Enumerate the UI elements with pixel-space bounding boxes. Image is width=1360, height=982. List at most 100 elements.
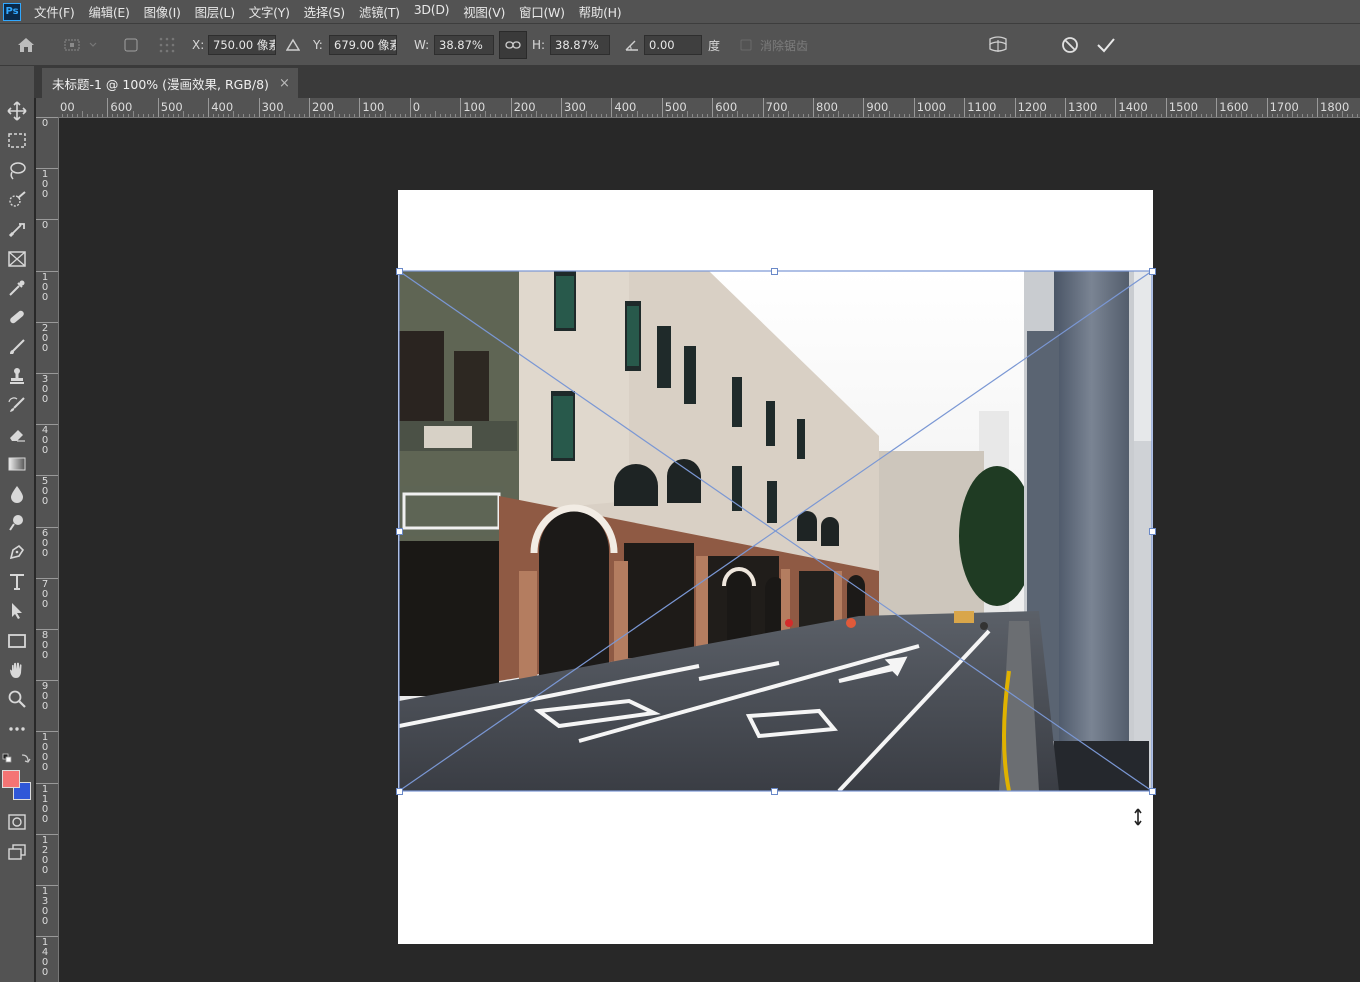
horizontal-ruler[interactable]: 00 600 500 400 300 200 100 0 100 200 300 400 500 600 7… [58,98,1360,118]
type-tool[interactable] [4,571,30,593]
quick-mask-button[interactable] [4,811,30,833]
gradient-tool[interactable] [4,453,30,475]
ruler-tick [309,98,310,117]
transform-handle-right[interactable] [1149,528,1156,535]
x-field-wrap: 750.00 像素 [208,24,276,66]
transform-handle-bottom[interactable] [771,788,778,795]
menu-3d[interactable]: 3D(D) [414,2,450,21]
link-aspect-button[interactable] [499,31,527,59]
ruler-minor-tick [1352,114,1354,117]
ruler-minor-tick [1095,114,1097,117]
ruler-minor-tick [268,114,270,117]
ruler-minor-tick [757,114,759,117]
default-colors-icon[interactable] [2,753,32,765]
warp-button[interactable] [987,24,1009,66]
antialias-checkbox[interactable] [740,24,752,66]
reference-grid[interactable] [157,24,177,66]
clone-stamp-tool[interactable] [4,365,30,387]
history-brush-tool[interactable] [4,394,30,416]
brush-tool[interactable] [4,336,30,358]
menu-help[interactable]: 帮助(H) [579,2,622,21]
street-photo-layer[interactable] [399,271,1152,791]
ruler-minor-tick [1155,114,1157,117]
y-field[interactable]: 679.00 像素 [329,35,397,55]
ruler-label: 1600 [1219,100,1249,114]
crop-icon [8,223,25,238]
reference-checkbox[interactable] [124,24,138,66]
document-tab[interactable]: 未标题-1 @ 100% (漫画效果, RGB/8) × [42,68,298,98]
transform-handle-top-left[interactable] [396,268,403,275]
ruler-minor-tick [651,114,653,117]
ruler-minor-tick [878,114,880,117]
lasso-tool[interactable] [4,160,30,182]
ruler-minor-tick [1034,114,1036,117]
path-selection-tool[interactable] [4,600,30,622]
screen-mode-button[interactable] [4,841,30,863]
menu-file[interactable]: 文件(F) [34,2,75,21]
ruler-minor-tick [545,114,547,117]
move-tool[interactable] [4,100,30,122]
ruler-minor-tick [626,114,628,117]
cancel-transform-button[interactable] [1061,24,1079,66]
marquee-icon [8,133,26,148]
ruler-minor-tick [203,114,205,117]
relative-position-toggle[interactable] [286,24,300,66]
transform-handle-bottom-right[interactable] [1149,788,1156,795]
pen-tool[interactable] [4,541,30,563]
ruler-tick [1065,98,1066,117]
angle-field[interactable]: 0.00 [644,35,702,55]
reference-point-toggle[interactable] [62,24,98,66]
checkbox-icon [740,39,752,51]
transform-handle-bottom-left[interactable] [396,788,403,795]
ruler-minor-tick [273,114,275,117]
h-field-wrap: 38.87% [550,24,610,66]
eraser-tool[interactable] [4,423,30,445]
frame-tool[interactable] [4,248,30,270]
menu-filter[interactable]: 滤镜(T) [359,2,400,21]
ruler-minor-tick [671,114,673,117]
close-tab-icon[interactable]: × [279,76,290,91]
ruler-minor-tick [1029,114,1031,117]
ruler-minor-tick [374,114,376,117]
crop-tool[interactable] [4,219,30,241]
transform-handle-left[interactable] [396,528,403,535]
ruler-minor-tick [183,111,184,117]
ruler-tick [157,98,159,117]
commit-transform-button[interactable] [1096,24,1116,66]
h-field[interactable]: 38.87% [550,35,610,55]
ruler-minor-tick [243,114,245,117]
ruler-minor-tick [606,114,608,117]
ruler-minor-tick [1196,114,1198,117]
edit-toolbar-button[interactable] [4,718,30,740]
eyedropper-tool[interactable] [4,277,30,299]
ruler-minor-tick [334,111,336,117]
rectangle-tool[interactable] [4,630,30,652]
transform-handle-top-right[interactable] [1149,268,1156,275]
menu-type[interactable]: 文字(Y) [249,2,290,21]
ruler-minor-tick [999,114,1001,117]
reference-point-icon [64,39,97,51]
w-field[interactable]: 38.87% [434,35,494,55]
x-field[interactable]: 750.00 像素 [208,35,276,55]
home-button[interactable] [16,24,36,66]
vertical-ruler[interactable]: 0100010020030040050060070080090010001100… [36,117,59,982]
healing-brush-tool[interactable] [4,306,30,328]
dodge-tool[interactable] [4,512,30,534]
menu-window[interactable]: 窗口(W) [519,2,565,21]
menu-image[interactable]: 图像(I) [144,2,181,21]
transform-handle-top[interactable] [771,268,778,275]
zoom-tool[interactable] [4,688,30,710]
ruler-minor-tick [495,114,497,117]
ruler-label: 700 [765,100,788,114]
menu-layer[interactable]: 图层(L) [195,2,236,21]
marquee-tool[interactable] [4,130,30,152]
quick-select-tool[interactable] [4,189,30,211]
hand-tool[interactable] [4,659,30,681]
menu-select[interactable]: 选择(S) [304,2,346,21]
ruler-minor-tick [1276,114,1278,117]
blur-tool[interactable] [4,483,30,505]
menu-edit[interactable]: 编辑(E) [88,2,129,21]
foreground-color-swatch[interactable] [2,770,20,788]
menu-view[interactable]: 视图(V) [463,2,505,21]
ruler-minor-tick [596,114,598,117]
